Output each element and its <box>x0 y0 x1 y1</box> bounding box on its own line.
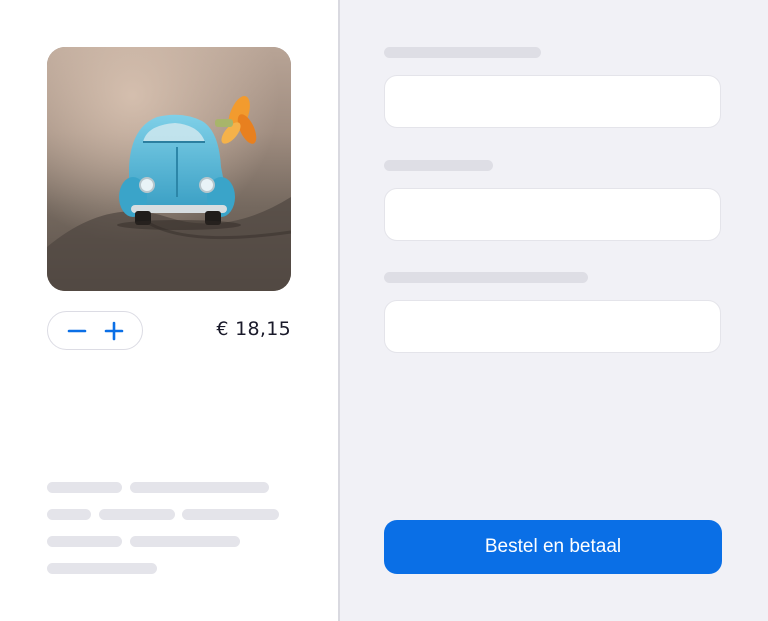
order-and-pay-button[interactable]: Bestel en betaal <box>384 520 722 574</box>
skeleton-line <box>47 482 122 493</box>
skeleton-line <box>47 509 91 520</box>
form-field-1[interactable] <box>384 75 721 128</box>
quantity-stepper[interactable] <box>47 311 143 350</box>
minus-icon <box>67 329 86 332</box>
field-label-skeleton <box>384 47 541 58</box>
increment-button[interactable] <box>102 319 126 343</box>
skeleton-line <box>47 563 157 574</box>
field-label-skeleton <box>384 160 493 171</box>
decrement-button[interactable] <box>65 319 89 343</box>
product-image <box>47 47 291 291</box>
skeleton-line <box>99 509 175 520</box>
field-label-skeleton <box>384 272 588 283</box>
skeleton-line <box>130 482 269 493</box>
skeleton-line <box>182 509 279 520</box>
plus-icon <box>104 321 123 340</box>
product-price: € 18,15 <box>216 318 291 340</box>
skeleton-line <box>130 536 240 547</box>
form-field-3[interactable] <box>384 300 721 353</box>
skeleton-line <box>47 536 122 547</box>
form-field-2[interactable] <box>384 188 721 241</box>
